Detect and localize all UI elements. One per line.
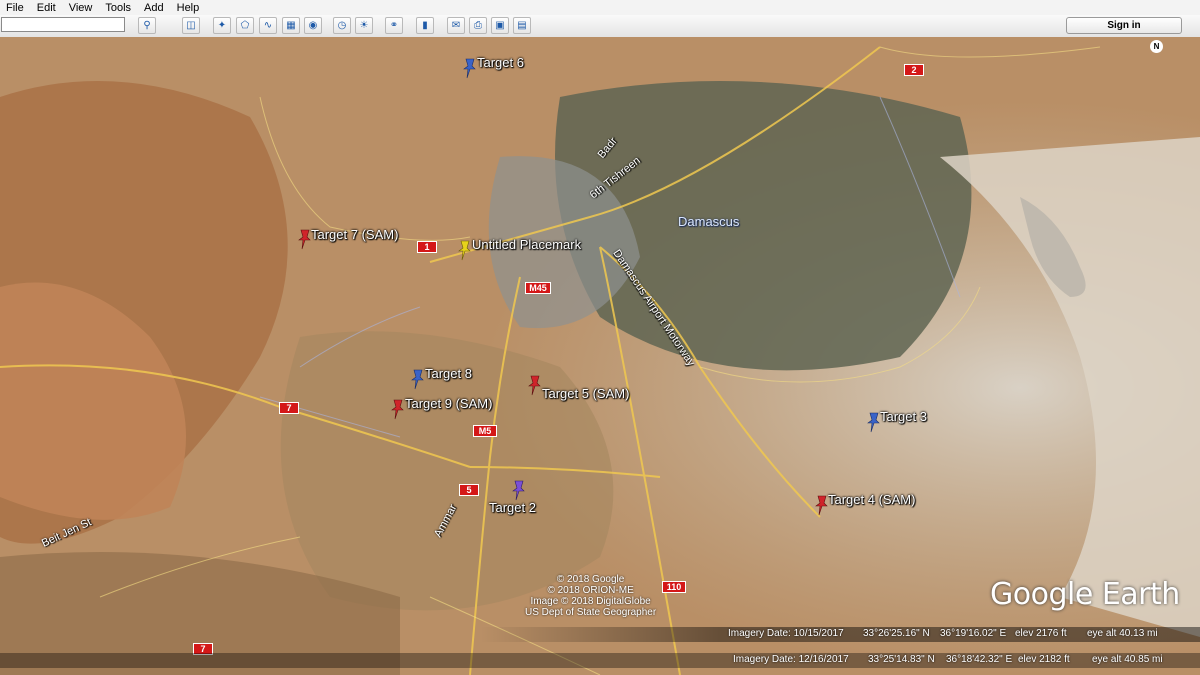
pushpin-icon	[458, 240, 471, 261]
menu-tools[interactable]: Tools	[99, 2, 138, 14]
road-shield: M5	[473, 425, 497, 437]
placemark-label[interactable]: Untitled Placemark	[472, 237, 581, 252]
menu-add[interactable]: Add	[138, 2, 171, 14]
pushpin-icon	[463, 58, 476, 79]
menu-file[interactable]: File	[0, 2, 31, 14]
placemark-label[interactable]: Target 7 (SAM)	[311, 227, 398, 242]
sidebar-toggle-button[interactable]: ◫	[182, 17, 200, 34]
search-input[interactable]	[1, 17, 125, 32]
sunlight-button[interactable]: ☀	[355, 17, 373, 34]
record-tour-button[interactable]: ◉	[304, 17, 322, 34]
google-earth-logo: Google Earth	[990, 577, 1180, 612]
placemark-pin[interactable]	[527, 374, 543, 401]
pushpin-icon	[411, 369, 424, 390]
email-icon: ✉	[451, 20, 461, 31]
longitude: 36°19'16.02" E	[940, 628, 1007, 639]
placemark-label[interactable]: Target 3	[880, 409, 927, 424]
map-view[interactable]: N 2 1 M45 7 M5 5 110 7 Badr 6th Tishreen…	[0, 37, 1200, 675]
clock-icon: ◷	[337, 20, 347, 31]
latitude: 33°25'14.83" N	[868, 654, 935, 665]
save-image-icon: ▣	[495, 20, 505, 31]
email-button[interactable]: ✉	[447, 17, 465, 34]
save-image-button[interactable]: ▣	[491, 17, 509, 34]
menu-view[interactable]: View	[63, 2, 100, 14]
planets-button[interactable]: ⚭	[385, 17, 403, 34]
placemark-pin[interactable]	[457, 239, 473, 266]
road-shield: 7	[279, 402, 299, 414]
print-icon: ⎙	[474, 20, 482, 31]
view-maps-button[interactable]: ▤	[513, 17, 531, 34]
add-placemark-button[interactable]: ✦	[213, 17, 231, 34]
menu-bar: File Edit View Tools Add Help	[0, 0, 1200, 15]
search-icon: ⚲	[143, 20, 151, 31]
search-button[interactable]: ⚲	[138, 17, 156, 34]
overlay-icon: ▦	[286, 20, 296, 31]
sign-in-button[interactable]: Sign in	[1066, 17, 1182, 34]
imagery-date: Imagery Date: 12/16/2017	[733, 654, 849, 665]
polygon-icon: ⬠	[240, 20, 250, 31]
longitude: 36°18'42.32" E	[946, 654, 1013, 665]
compass-north[interactable]: N	[1150, 40, 1163, 53]
map-icon: ▤	[517, 20, 527, 31]
planet-icon: ⚭	[389, 20, 399, 31]
add-overlay-button[interactable]: ▦	[282, 17, 300, 34]
print-button[interactable]: ⎙	[469, 17, 487, 34]
placemark-label[interactable]: Target 9 (SAM)	[405, 396, 492, 411]
status-bar: Imagery Date: 10/15/2017 33°26'25.16" N …	[0, 627, 1200, 642]
sidebar-icon: ◫	[186, 20, 196, 31]
road-shield: 110	[662, 581, 686, 593]
add-path-button[interactable]: ∿	[259, 17, 277, 34]
path-icon: ∿	[263, 20, 273, 31]
placemark-pin[interactable]	[462, 57, 478, 84]
placemark-pin[interactable]	[410, 368, 426, 395]
menu-edit[interactable]: Edit	[31, 2, 63, 14]
placemark-pin[interactable]	[390, 398, 406, 425]
road-shield: 5	[459, 484, 479, 496]
tour-icon: ◉	[308, 20, 318, 31]
menu-help[interactable]: Help	[171, 2, 207, 14]
elevation: elev 2176 ft	[1015, 628, 1067, 639]
ruler-button[interactable]: ▮	[416, 17, 434, 34]
road-shield: 2	[904, 64, 924, 76]
placemark-label[interactable]: Target 6	[477, 55, 524, 70]
imagery-copyright: © 2018 Google © 2018 ORION-ME Image © 20…	[525, 574, 657, 618]
add-polygon-button[interactable]: ⬠	[236, 17, 254, 34]
placemark-label[interactable]: Target 2	[489, 500, 536, 515]
road-shield: 1	[417, 241, 437, 253]
pushpin-icon	[512, 480, 525, 501]
eye-altitude: eye alt 40.13 mi	[1087, 628, 1158, 639]
city-label: Damascus	[678, 214, 740, 229]
eye-altitude: eye alt 40.85 mi	[1092, 654, 1163, 665]
elevation: elev 2182 ft	[1018, 654, 1070, 665]
pushpin-icon: ✦	[217, 20, 227, 31]
road-shield: M45	[525, 282, 551, 294]
placemark-label[interactable]: Target 5 (SAM)	[542, 386, 629, 401]
placemark-label[interactable]: Target 4 (SAM)	[828, 492, 915, 507]
status-bar: Imagery Date: 12/16/2017 33°25'14.83" N …	[0, 653, 1200, 668]
historical-imagery-button[interactable]: ◷	[333, 17, 351, 34]
ruler-icon: ▮	[422, 20, 428, 31]
latitude: 33°26'25.16" N	[863, 628, 930, 639]
pushpin-icon	[391, 399, 404, 420]
sun-icon: ☀	[359, 20, 369, 31]
imagery-date: Imagery Date: 10/15/2017	[728, 628, 844, 639]
placemark-label[interactable]: Target 8	[425, 366, 472, 381]
toolbar: ⚲ ◫ ✦ ⬠ ∿ ▦ ◉ ◷ ☀ ⚭ ▮ ✉ ⎙ ▣ ▤ Sign in	[0, 15, 1200, 38]
pushpin-icon	[528, 375, 541, 396]
